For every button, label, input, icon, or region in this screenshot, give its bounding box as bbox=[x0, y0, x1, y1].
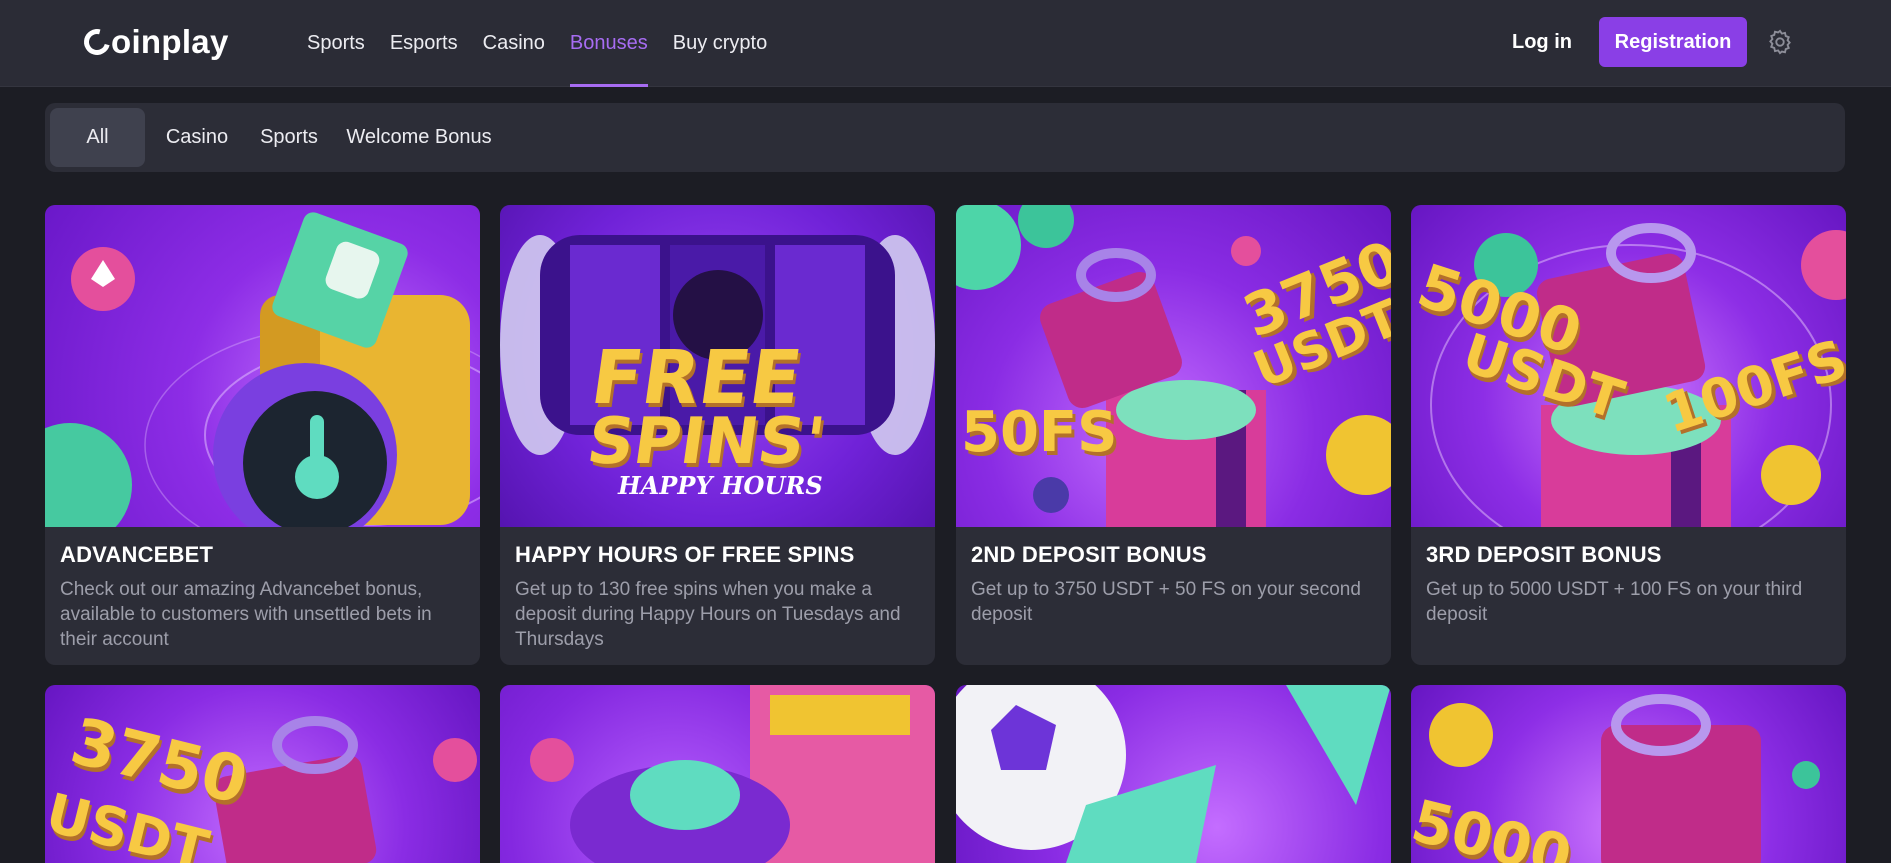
bonus-card-row2-4[interactable]: 5000 bbox=[1411, 685, 1846, 863]
card-body: 2ND DEPOSIT BONUS Get up to 3750 USDT + … bbox=[956, 527, 1391, 627]
art-spins: SPINS' bbox=[582, 405, 830, 479]
nav-bonuses[interactable]: Bonuses bbox=[569, 0, 648, 87]
card-image bbox=[956, 685, 1391, 863]
card-body: ADVANCEBET Check out our amazing Advance… bbox=[45, 527, 480, 652]
registration-button[interactable]: Registration bbox=[1599, 17, 1747, 67]
advancebet-image bbox=[45, 205, 480, 527]
ticket-illustration bbox=[530, 685, 935, 863]
card-title: 3RD DEPOSIT BONUS bbox=[1426, 542, 1662, 567]
card-image bbox=[500, 685, 935, 863]
filter-all[interactable]: All bbox=[50, 108, 145, 167]
bonus-filter-bar: All Casino Sports Welcome Bonus bbox=[45, 103, 1845, 172]
filter-welcome-bonus[interactable]: Welcome Bonus bbox=[343, 108, 495, 167]
nav-esports[interactable]: Esports bbox=[390, 0, 458, 87]
card-title: 2ND DEPOSIT BONUS bbox=[971, 542, 1207, 567]
card-description: Get up to 5000 USDT + 100 FS on your thi… bbox=[1426, 579, 1803, 625]
football-illustration bbox=[956, 685, 1391, 863]
nav-buy-crypto[interactable]: Buy crypto bbox=[673, 0, 767, 87]
card-title: HAPPY HOURS OF FREE SPINS bbox=[515, 542, 855, 567]
bonus-card-row2-1[interactable]: 3750 USDT bbox=[45, 685, 480, 863]
card-body: HAPPY HOURS OF FREE SPINS Get up to 130 … bbox=[500, 527, 935, 652]
free-spins-image: FREE SPINS' HAPPY HOURS bbox=[500, 205, 935, 527]
bonus-card-3rd-deposit[interactable]: 5000 USDT 100FS 3RD DEPOSIT BONUS Get up… bbox=[1411, 205, 1846, 665]
settings-gear-icon[interactable] bbox=[1766, 28, 1794, 56]
card-image: 3750 USDT bbox=[45, 685, 480, 863]
filter-sports[interactable]: Sports bbox=[253, 108, 325, 167]
top-header: oinplay Sports Esports Casino Bonuses Bu… bbox=[0, 0, 1891, 87]
advancebet-illustration bbox=[45, 212, 480, 527]
card-image: 5000 bbox=[1411, 685, 1846, 863]
coinplay-logo[interactable]: oinplay bbox=[79, 22, 229, 62]
bonus-card-row2-3[interactable] bbox=[956, 685, 1391, 863]
login-button[interactable]: Log in bbox=[1500, 17, 1584, 67]
card-description: Get up to 3750 USDT + 50 FS on your seco… bbox=[971, 579, 1361, 625]
logo-c-icon bbox=[79, 24, 115, 60]
card-description: Check out our amazing Advancebet bonus, … bbox=[60, 579, 432, 650]
bonus-card-advancebet[interactable]: ADVANCEBET Check out our amazing Advance… bbox=[45, 205, 480, 665]
third-deposit-image: 5000 USDT 100FS bbox=[1411, 205, 1846, 527]
card-description: Get up to 130 free spins when you make a… bbox=[515, 579, 901, 650]
art-happy-hours: HAPPY HOURS bbox=[618, 471, 823, 500]
logo-text: oinplay bbox=[111, 23, 229, 60]
card-title: ADVANCEBET bbox=[60, 542, 214, 567]
card-body: 3RD DEPOSIT BONUS Get up to 5000 USDT + … bbox=[1411, 527, 1846, 627]
second-deposit-image: 3750 USDT 50FS bbox=[956, 205, 1391, 527]
main-nav: Sports Esports Casino Bonuses Buy crypto bbox=[307, 0, 792, 87]
filter-casino[interactable]: Casino bbox=[157, 108, 237, 167]
art-50fs: 50FS bbox=[961, 400, 1118, 465]
nav-sports[interactable]: Sports bbox=[307, 0, 365, 87]
bonus-card-free-spins[interactable]: FREE SPINS' HAPPY HOURS HAPPY HOURS OF F… bbox=[500, 205, 935, 665]
nav-casino[interactable]: Casino bbox=[483, 0, 545, 87]
bonus-card-2nd-deposit[interactable]: 3750 USDT 50FS 2ND DEPOSIT BONUS Get up … bbox=[956, 205, 1391, 665]
bonus-card-row2-2[interactable] bbox=[500, 685, 935, 863]
